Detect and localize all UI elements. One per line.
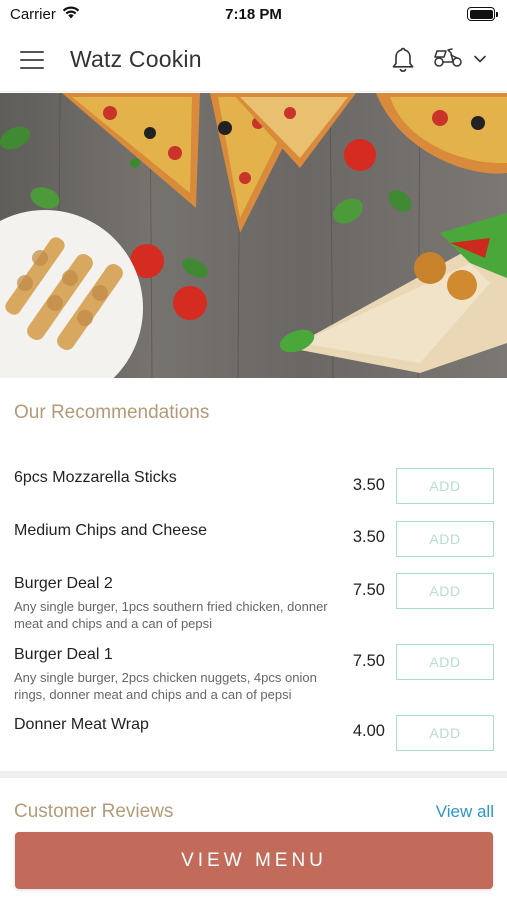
status-bar: Carrier 7:18 PM [0, 0, 507, 28]
item-description: Any single burger, 2pcs chicken nuggets,… [14, 670, 317, 702]
item-price: 4.00 [352, 722, 385, 740]
item-name: Donner Meat Wrap [14, 716, 149, 733]
hero-banner-image [0, 93, 507, 378]
carrier-label: Carrier [10, 5, 56, 23]
recommendations-title: Our Recommendations [14, 402, 210, 423]
item-name: Burger Deal 2 [14, 575, 113, 592]
item-price: 3.50 [352, 476, 385, 494]
add-button[interactable]: ADD [396, 715, 494, 751]
battery-icon [467, 7, 498, 21]
menu-icon[interactable] [20, 50, 44, 69]
add-button[interactable]: ADD [396, 573, 494, 609]
add-button[interactable]: ADD [396, 644, 494, 680]
item-name: 6pcs Mozzarella Sticks [14, 469, 177, 486]
item-price: 7.50 [352, 652, 385, 670]
bell-icon[interactable] [391, 46, 415, 74]
view-all-reviews-link[interactable]: View all [436, 802, 494, 822]
header-actions [391, 45, 487, 74]
view-menu-button[interactable]: VIEW MENU [15, 832, 493, 889]
app-header: Watz Cookin [0, 28, 507, 92]
section-divider [0, 771, 507, 778]
item-price: 7.50 [352, 581, 385, 599]
scooter-icon [433, 45, 463, 74]
item-description: Any single burger, 1pcs southern fried c… [14, 599, 328, 631]
reviews-title: Customer Reviews [14, 801, 174, 822]
delivery-mode-selector[interactable] [433, 45, 487, 74]
add-button[interactable]: ADD [396, 521, 494, 557]
item-name: Medium Chips and Cheese [14, 522, 207, 539]
item-price: 3.50 [352, 528, 385, 546]
status-left: Carrier [10, 6, 80, 23]
wifi-icon [62, 5, 80, 23]
add-button[interactable]: ADD [396, 468, 494, 504]
app-title: Watz Cookin [70, 46, 202, 72]
item-name: Burger Deal 1 [14, 646, 113, 663]
chevron-down-icon [473, 51, 487, 69]
